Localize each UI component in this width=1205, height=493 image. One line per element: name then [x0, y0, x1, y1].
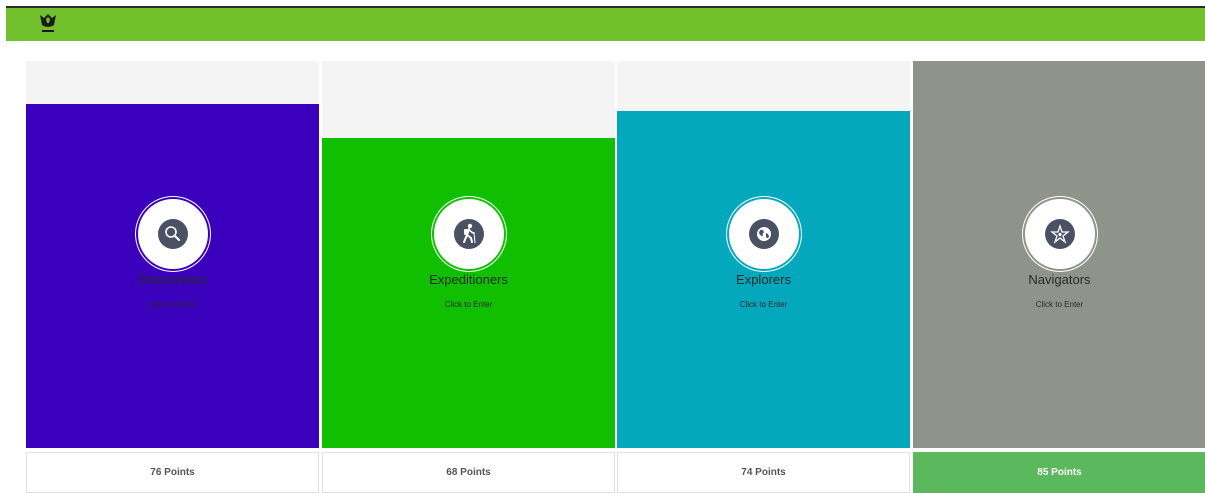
team-badge-navigators[interactable] [1025, 199, 1095, 269]
enter-link[interactable]: Click to Enter [913, 300, 1205, 309]
team-card-discoverers[interactable]: Discoverers Click to Enter [26, 61, 319, 448]
team-fill-expeditioners [322, 138, 615, 448]
team-points-discoverers: 76 Points [26, 452, 319, 493]
team-card-explorers[interactable]: Explorers Click to Enter [617, 61, 910, 448]
enter-link[interactable]: Click to Enter [617, 300, 910, 309]
team-name: Explorers [736, 272, 791, 287]
header-bar [6, 8, 1205, 41]
team-points-navigators: 85 Points [913, 452, 1205, 493]
team-badge-expeditioners[interactable] [434, 199, 504, 269]
team-points-expeditioners: 68 Points [322, 452, 615, 493]
team-name: Discoverers [138, 272, 207, 287]
team-name: Expeditioners [429, 272, 508, 287]
team-points-explorers: 74 Points [617, 452, 910, 493]
enter-link[interactable]: Click to Enter [322, 300, 615, 309]
team-card-navigators[interactable]: Navigators Click to Enter [913, 61, 1205, 448]
enter-link[interactable]: Click to Enter [26, 300, 319, 309]
team-badge-discoverers[interactable] [138, 199, 208, 269]
team-badge-explorers[interactable] [729, 199, 799, 269]
explorer-emblem-icon[interactable] [37, 12, 59, 36]
team-name: Navigators [1028, 272, 1091, 287]
team-card-expeditioners[interactable]: Expeditioners Click to Enter [322, 61, 615, 448]
